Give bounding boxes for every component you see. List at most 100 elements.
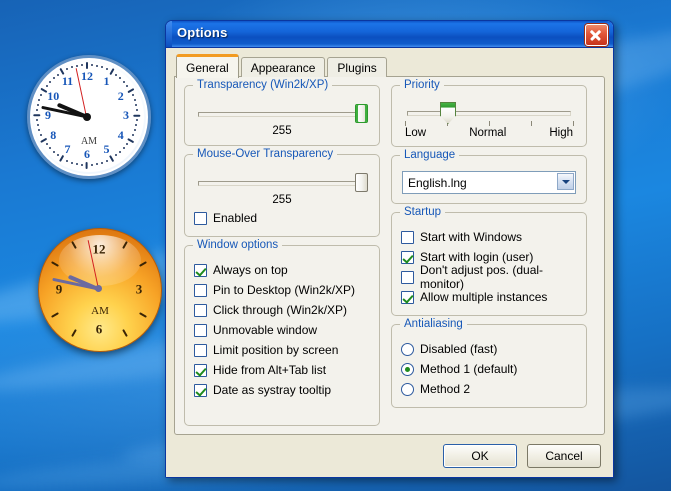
checkbox[interactable]: [194, 284, 207, 297]
checkbox-label: Enabled: [213, 211, 257, 225]
window-options-list: Always on topPin to Desktop (Win2k/XP)Cl…: [194, 260, 370, 400]
group-legend: Transparency (Win2k/XP): [193, 79, 332, 91]
clock-numeral: 6: [84, 148, 90, 160]
window-option-row[interactable]: Date as systray tooltip: [194, 380, 370, 400]
close-icon[interactable]: [585, 24, 608, 46]
clock-numeral: 11: [62, 75, 73, 87]
startup-option-row[interactable]: Start with Windows: [401, 227, 577, 247]
clock-numeral: 5: [104, 143, 110, 155]
checkbox[interactable]: [194, 264, 207, 277]
clock-numeral: 1: [104, 75, 110, 87]
checkbox[interactable]: [194, 212, 207, 225]
cancel-button[interactable]: Cancel: [527, 444, 601, 468]
radio-button[interactable]: [401, 363, 414, 376]
transparency-slider[interactable]: [196, 102, 368, 124]
clock-numeral: 9: [56, 283, 63, 296]
slider-thumb[interactable]: [440, 102, 456, 124]
clock-tick: [53, 151, 55, 153]
antialiasing-option-row[interactable]: Method 1 (default): [401, 359, 577, 379]
antialiasing-group: Antialiasing Disabled (fast)Method 1 (de…: [391, 324, 587, 408]
clock-tick: [71, 162, 73, 164]
dialog-titlebar[interactable]: Options: [166, 21, 613, 48]
window-option-row[interactable]: Always on top: [194, 260, 370, 280]
clock-pivot: [95, 285, 102, 292]
clock-tick: [66, 160, 68, 162]
slider-tick: [405, 121, 406, 126]
radio-label: Method 2: [420, 382, 470, 396]
clock-numeral: 12: [81, 70, 93, 82]
antialiasing-option-row[interactable]: Method 2: [401, 379, 577, 399]
left-column: Transparency (Win2k/XP) 255 Mouse-Over T…: [184, 85, 380, 426]
checkbox[interactable]: [401, 291, 414, 304]
slider-thumb[interactable]: [355, 104, 368, 123]
checkbox[interactable]: [401, 251, 414, 264]
tab-plugins[interactable]: Plugins: [327, 57, 386, 77]
window-option-row[interactable]: Hide from Alt+Tab list: [194, 360, 370, 380]
clock-tick: [76, 65, 78, 67]
clock-numeral: 3: [136, 283, 143, 296]
mouseover-transparency-group: Mouse-Over Transparency 255 Enabled: [184, 154, 380, 237]
tab-general[interactable]: General: [176, 54, 239, 78]
checkbox[interactable]: [401, 231, 414, 244]
group-legend: Mouse-Over Transparency: [193, 148, 337, 160]
clock-numeral: 7: [65, 143, 71, 155]
checkbox-label: Date as systray tooltip: [213, 383, 331, 397]
slider-track: [407, 111, 571, 116]
priority-group: Priority Low Normal High: [391, 85, 587, 147]
slider-track: [198, 181, 366, 186]
checkbox[interactable]: [401, 271, 414, 284]
priority-label-low: Low: [405, 127, 426, 139]
dialog-body: General Appearance Plugins Transparency …: [166, 48, 613, 435]
clock-tick: [139, 312, 147, 318]
checkbox[interactable]: [194, 344, 207, 357]
clock-tick: [133, 114, 140, 116]
white-analog-clock[interactable]: 121234567891011 AM: [27, 55, 151, 179]
checkbox[interactable]: [194, 384, 207, 397]
clock-tick: [136, 109, 138, 111]
radio-label: Method 1 (default): [420, 362, 517, 376]
window-option-row[interactable]: Pin to Desktop (Win2k/XP): [194, 280, 370, 300]
language-group: Language English.lng: [391, 155, 587, 204]
clock-tick: [51, 312, 59, 318]
checkbox[interactable]: [194, 324, 207, 337]
clock-tick: [57, 74, 59, 76]
language-select[interactable]: English.lng: [402, 171, 576, 194]
transparency-group: Transparency (Win2k/XP) 255: [184, 85, 380, 146]
checkbox[interactable]: [194, 364, 207, 377]
tab-strip: General Appearance Plugins: [176, 55, 605, 77]
clock-numeral: 10: [47, 90, 59, 102]
radio-button[interactable]: [401, 383, 414, 396]
clock-tick: [33, 114, 40, 116]
priority-label-normal: Normal: [469, 127, 506, 139]
antialiasing-option-row[interactable]: Disabled (fast): [401, 339, 577, 359]
clock-tick: [91, 164, 93, 166]
slider-thumb[interactable]: [355, 173, 368, 192]
tab-label: Plugins: [337, 61, 376, 75]
radio-button[interactable]: [401, 343, 414, 356]
group-legend: Window options: [193, 239, 282, 251]
window-option-row[interactable]: Click through (Win2k/XP): [194, 300, 370, 320]
startup-option-row[interactable]: Don't adjust pos. (dual-monitor): [401, 267, 577, 287]
clock-meridiem: AM: [81, 136, 97, 147]
ok-button[interactable]: OK: [443, 444, 517, 468]
clock-tick: [135, 104, 137, 106]
tab-appearance[interactable]: Appearance: [241, 57, 326, 77]
dialog-footer: OK Cancel: [166, 435, 613, 477]
clock-numeral: 6: [96, 323, 103, 336]
cancel-label: Cancel: [545, 449, 582, 463]
startup-list: Start with WindowsStart with login (user…: [401, 227, 577, 307]
priority-slider[interactable]: Low Normal High: [405, 100, 573, 138]
screen: 121234567891011 AM 12369 AM Options: [0, 0, 691, 501]
priority-labels: Low Normal High: [405, 127, 573, 139]
chevron-down-icon[interactable]: [557, 173, 574, 190]
window-option-row[interactable]: Unmovable window: [194, 320, 370, 340]
mouseover-transparency-slider[interactable]: [196, 171, 368, 193]
checkbox[interactable]: [194, 304, 207, 317]
clock-tick: [53, 77, 55, 79]
clock-numeral: 3: [123, 109, 129, 121]
window-option-row[interactable]: Limit position by screen: [194, 340, 370, 360]
clock-tick: [123, 81, 125, 83]
clock-numeral: 8: [50, 129, 56, 141]
orange-analog-clock[interactable]: 12369 AM: [38, 228, 162, 352]
mouseover-enabled-row[interactable]: Enabled: [194, 208, 370, 228]
